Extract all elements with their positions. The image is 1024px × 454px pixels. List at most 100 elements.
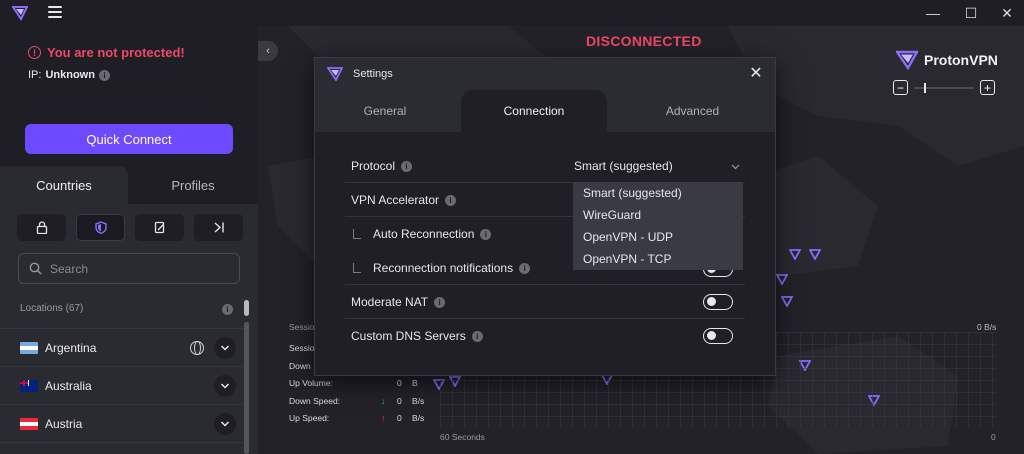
up-speed-unit: B/s xyxy=(412,413,425,423)
chevron-down-icon xyxy=(220,344,230,351)
info-icon[interactable]: i xyxy=(222,304,233,315)
protonvpn-logo-icon xyxy=(896,50,918,70)
australia-flag-icon xyxy=(20,379,38,392)
search-icon xyxy=(29,262,42,275)
vpn-accelerator-label: VPN Accelerator xyxy=(351,193,440,207)
reconnection-notifications-setting: Reconnection notifications i xyxy=(353,261,531,275)
country-row-argentina[interactable]: Argentina xyxy=(0,328,244,366)
tab-connection[interactable]: Connection xyxy=(461,90,607,132)
server-marker-icon[interactable] xyxy=(776,274,788,285)
protocol-option-wireguard[interactable]: WireGuard xyxy=(583,208,641,222)
dialog-title: Settings xyxy=(353,68,393,80)
close-icon[interactable]: ✕ xyxy=(748,65,764,82)
tab-profiles[interactable]: Profiles xyxy=(128,166,258,204)
globe-icon[interactable] xyxy=(190,340,204,355)
up-arrow-icon: ↑ xyxy=(381,413,386,423)
menu-icon[interactable] xyxy=(48,6,62,18)
lock-icon xyxy=(36,221,47,234)
up-volume-label: Up Volume: xyxy=(289,378,333,388)
edit-filter[interactable] xyxy=(135,214,184,241)
info-icon[interactable]: i xyxy=(519,262,531,274)
tab-general[interactable]: General xyxy=(315,90,455,132)
info-icon[interactable]: i xyxy=(471,330,483,342)
scrollbar-track[interactable] xyxy=(244,322,249,454)
austria-flag-icon xyxy=(20,417,38,430)
up-speed-label: Up Speed: xyxy=(289,413,330,423)
country-row-australia[interactable]: Australia xyxy=(0,366,244,404)
auto-reconnection-label: Auto Reconnection xyxy=(373,227,475,241)
custom-dns-label: Custom DNS Servers xyxy=(351,329,466,343)
secure-core-filter[interactable] xyxy=(17,214,66,241)
minimize-button[interactable]: — xyxy=(916,0,950,26)
server-marker-icon[interactable] xyxy=(789,249,801,260)
chevron-down-icon xyxy=(220,382,230,389)
country-row-next[interactable] xyxy=(0,442,244,454)
session-row: Sessio xyxy=(289,343,315,353)
settings-tabs: General Connection Advanced xyxy=(315,90,775,132)
server-marker-icon[interactable] xyxy=(809,249,821,260)
moderate-nat-label: Moderate NAT xyxy=(351,295,429,309)
zoom-out-button[interactable]: − xyxy=(893,80,908,95)
ip-label: IP: xyxy=(28,69,42,81)
netshield-filter[interactable] xyxy=(76,214,125,241)
session-header: Sessio xyxy=(289,322,315,332)
protection-alert: ! You are not protected! xyxy=(28,45,185,60)
tor-filter[interactable] xyxy=(194,214,243,241)
custom-dns-setting: Custom DNS Servers i xyxy=(351,329,483,343)
map-zoom-control: − + xyxy=(893,80,995,95)
info-icon[interactable]: i xyxy=(434,296,446,308)
up-volume-value: 0 xyxy=(397,378,402,388)
locations-count: Locations (67) xyxy=(20,303,84,314)
divider xyxy=(345,318,745,319)
zoom-in-button[interactable]: + xyxy=(980,80,995,95)
server-filters xyxy=(17,214,243,241)
title-bar: — ☐ ✕ xyxy=(0,0,1024,26)
custom-dns-toggle[interactable] xyxy=(703,328,733,344)
expand-chevron-button[interactable] xyxy=(214,336,236,359)
settings-dialog: Settings ✕ General Connection Advanced P… xyxy=(314,57,776,376)
collapse-sidebar-button[interactable]: ‹ xyxy=(258,41,278,61)
info-icon[interactable]: i xyxy=(98,69,110,81)
maximize-button[interactable]: ☐ xyxy=(954,0,988,26)
edit-icon xyxy=(154,221,164,234)
up-speed-value: 0 xyxy=(397,413,402,423)
chevron-down-icon[interactable] xyxy=(731,162,740,171)
vpn-accelerator-setting: VPN Accelerator i xyxy=(351,193,457,207)
scrollbar-thumb[interactable] xyxy=(244,300,249,316)
up-volume-unit: B xyxy=(412,378,418,388)
info-icon[interactable]: i xyxy=(401,160,413,172)
ip-value: Unknown xyxy=(45,69,95,81)
dialog-title-bar: Settings ✕ xyxy=(315,58,775,90)
alert-icon: ! xyxy=(28,46,41,59)
tab-advanced[interactable]: Advanced xyxy=(615,90,770,132)
down-speed-unit: B/s xyxy=(412,396,425,406)
country-name: Austria xyxy=(45,416,83,431)
brand-logo: ProtonVPN xyxy=(896,50,998,70)
down-arrow-icon: ↓ xyxy=(381,396,386,406)
quick-connect-button[interactable]: Quick Connect xyxy=(25,124,233,154)
search-input[interactable]: Search xyxy=(18,253,240,284)
country-name: Argentina xyxy=(45,340,97,355)
expand-chevron-button[interactable] xyxy=(214,374,236,397)
expand-chevron-button[interactable] xyxy=(214,412,236,435)
graph-axis-max: 0 B/s xyxy=(977,322,997,332)
zoom-slider[interactable] xyxy=(914,82,974,93)
down-speed-value: 0 xyxy=(397,396,402,406)
info-icon[interactable]: i xyxy=(445,194,457,206)
protocol-option-openvpn-tcp[interactable]: OpenVPN - TCP xyxy=(583,252,671,266)
tab-countries[interactable]: Countries xyxy=(0,166,128,204)
protocol-select[interactable]: Smart (suggested) xyxy=(574,159,673,173)
info-icon[interactable]: i xyxy=(480,228,492,240)
country-name: Australia xyxy=(45,378,92,393)
shield-icon xyxy=(94,221,107,234)
protocol-dropdown: Smart (suggested) WireGuard OpenVPN - UD… xyxy=(573,182,743,270)
moderate-nat-toggle[interactable] xyxy=(703,294,733,310)
sidebar-tabs: Countries Profiles xyxy=(0,166,258,204)
tree-connector xyxy=(353,263,361,273)
country-row-austria[interactable]: Austria xyxy=(0,404,244,442)
protocol-option-smart[interactable]: Smart (suggested) xyxy=(583,186,682,200)
protocol-option-openvpn-udp[interactable]: OpenVPN - UDP xyxy=(583,230,673,244)
down-speed-label: Down Speed: xyxy=(289,396,341,406)
close-window-button[interactable]: ✕ xyxy=(990,0,1024,26)
server-marker-icon[interactable] xyxy=(781,296,793,307)
